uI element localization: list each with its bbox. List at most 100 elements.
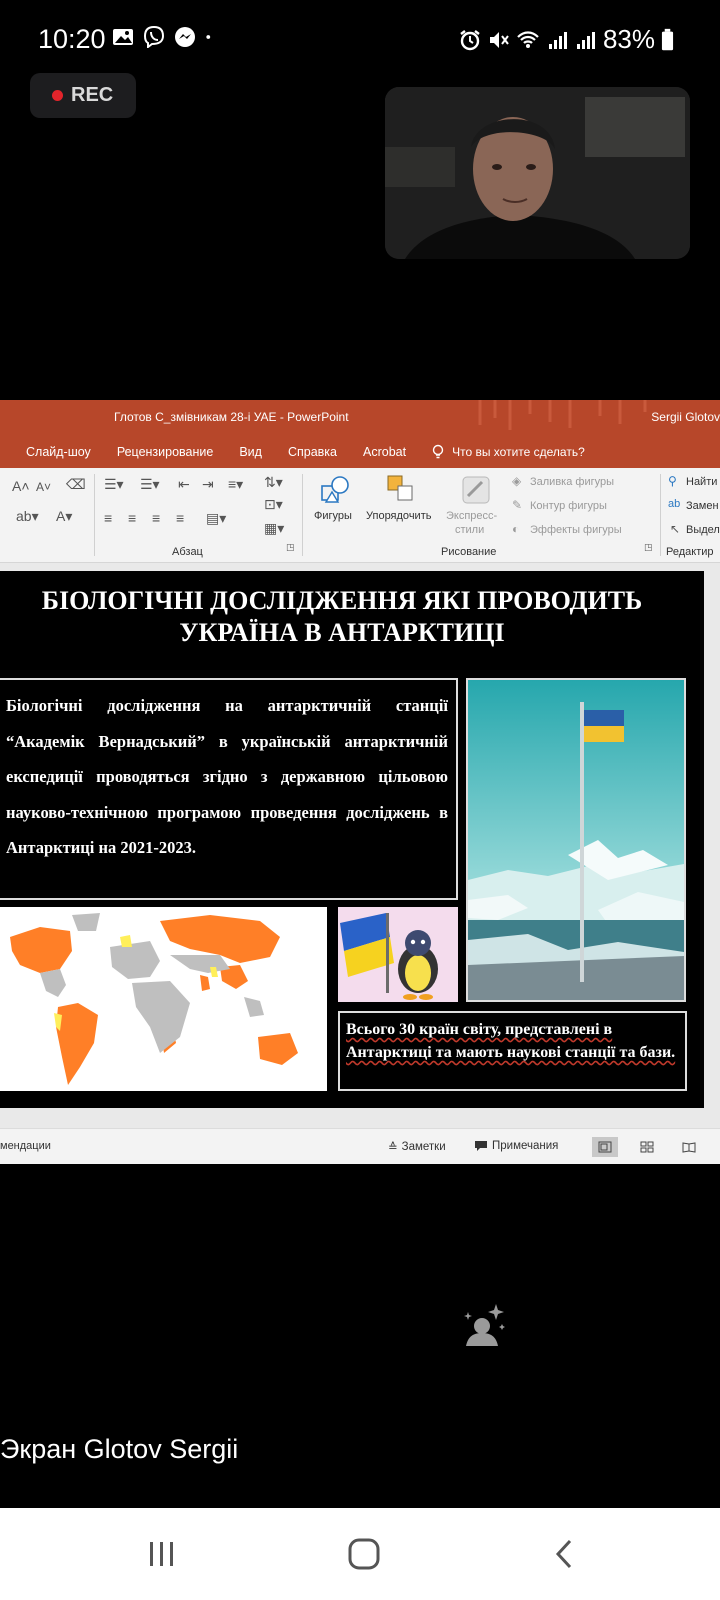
lightbulb-icon [432, 444, 444, 458]
replace-icon: ab [668, 498, 681, 510]
select-button[interactable]: Выдел [686, 524, 720, 536]
smartart-icon[interactable]: ▦▾ [264, 520, 284, 537]
participant-video[interactable] [385, 87, 690, 259]
font-color-icon[interactable]: A▾ [56, 508, 72, 525]
penguin-flag-illustration [338, 907, 458, 1002]
ribbon-separator [302, 474, 303, 556]
alarm-icon [460, 29, 480, 50]
participant-video-image [385, 87, 690, 259]
clock: 10:20 [38, 24, 106, 54]
columns-icon[interactable]: ▤▾ [206, 510, 226, 527]
justify-icon[interactable]: ≡ [176, 510, 184, 526]
recent-apps-button[interactable] [142, 1536, 182, 1572]
increase-indent-icon[interactable]: ⇥ [202, 476, 214, 493]
home-icon [348, 1538, 380, 1570]
normal-view-button[interactable] [592, 1137, 618, 1157]
decrease-font-icon[interactable]: A˅ [36, 480, 51, 494]
image-icon [113, 29, 133, 45]
reading-view-icon [682, 1142, 696, 1153]
shape-outline-icon: ✎ [512, 498, 523, 512]
notes-button[interactable]: ≙ Заметки [388, 1140, 446, 1154]
window-titlebar: Глотов С_змівникам 28-і УАЕ - PowerPoint… [0, 400, 720, 435]
comment-icon [475, 1141, 487, 1151]
align-center-icon[interactable]: ≡ [128, 510, 136, 526]
dialog-launcher-icon[interactable]: ◳ [644, 542, 653, 553]
align-left-icon[interactable]: ≡ [104, 510, 112, 526]
line-spacing-icon[interactable]: ≡▾ [228, 476, 243, 493]
ribbon: A˄ A˅ ⌫ ab▾ A▾ ☰▾ ☰▾ ⇤ ⇥ ≡▾ ⇅▾ ≡ ≡ ≡ ≡ ▤… [0, 468, 720, 563]
body-text: Біологічні дослідження на антарктичній с… [6, 696, 448, 857]
shapes-icon [321, 476, 349, 503]
shape-fill-label[interactable]: Заливка фигуры [530, 476, 614, 488]
shape-effects-icon: ◐ [512, 522, 520, 536]
recording-badge[interactable]: REC [30, 73, 136, 118]
world-map-illustration [0, 907, 327, 1091]
slide-sorter-button[interactable] [634, 1137, 660, 1157]
document-title: Глотов С_змівникам 28-і УАЕ - PowerPoint [114, 410, 349, 424]
shared-screen[interactable]: Глотов С_змівникам 28-і УАЕ - PowerPoint… [0, 400, 720, 1164]
shapes-label: Фигуры [314, 510, 352, 522]
reading-view-button[interactable] [676, 1137, 702, 1157]
tab-help[interactable]: Справка [288, 445, 337, 459]
align-right-icon[interactable]: ≡ [152, 510, 160, 526]
quick-styles-icon [462, 476, 490, 504]
comments-button[interactable]: Примечания [474, 1140, 558, 1152]
recording-label: REC [71, 84, 114, 106]
navigation-bar [0, 1508, 720, 1600]
home-button[interactable] [344, 1536, 384, 1572]
comments-label: Примечания [492, 1140, 559, 1152]
shape-effects-label[interactable]: Эффекты фигуры [530, 524, 622, 536]
penguin-flag-image [338, 907, 458, 1002]
slide-editor[interactable]: БІОЛОГІЧНІ ДОСЛІДЖЕННЯ ЯКІ ПРОВОДИТЬ УКР… [0, 563, 720, 1128]
notification-icons [112, 26, 217, 48]
find-button[interactable]: Найти [686, 476, 717, 488]
shape-outline-label[interactable]: Контур фигуры [530, 500, 607, 512]
dialog-launcher-icon[interactable]: ◳ [286, 542, 295, 553]
recent-apps-icon [150, 1542, 173, 1566]
editing-group-label: Редактир [666, 546, 714, 558]
record-dot-icon [52, 90, 63, 101]
caption-textbox[interactable]: Всього 30 країн світу, представлені в Ан… [338, 1011, 687, 1091]
arrange-label: Упорядочить [366, 510, 432, 522]
slide-title[interactable]: БІОЛОГІЧНІ ДОСЛІДЖЕННЯ ЯКІ ПРОВОДИТЬ УКР… [0, 585, 684, 649]
person-sparkle-icon [464, 1304, 505, 1346]
battery-percent: 83% [602, 24, 655, 54]
add-participant-button[interactable] [460, 1300, 510, 1350]
decrease-indent-icon[interactable]: ⇤ [178, 476, 190, 493]
dot-icon [206, 35, 211, 39]
signal-icon [576, 31, 595, 49]
tab-review[interactable]: Рецензирование [117, 445, 214, 459]
app-status-bar: мендации ≙ Заметки Примечания [0, 1128, 720, 1164]
screen-share-label: Экран Glotov Sergii [0, 1434, 239, 1464]
replace-button[interactable]: Замен [686, 500, 719, 512]
increase-font-icon[interactable]: A˄ [12, 478, 30, 494]
paragraph-group-label: Абзац [172, 546, 203, 558]
back-button[interactable] [544, 1536, 584, 1572]
slide[interactable]: БІОЛОГІЧНІ ДОСЛІДЖЕННЯ ЯКІ ПРОВОДИТЬ УКР… [0, 571, 704, 1108]
align-text-icon[interactable]: ⊡▾ [264, 496, 283, 513]
normal-view-icon [598, 1141, 612, 1153]
quick-styles-label-2: стили [455, 524, 485, 536]
slide-sorter-icon [640, 1141, 654, 1153]
ribbon-separator [660, 474, 661, 556]
antarctica-flag-photo[interactable] [466, 678, 686, 1002]
signed-in-user[interactable]: Sergii Glotov [651, 410, 720, 424]
tab-acrobat[interactable]: Acrobat [363, 445, 406, 459]
notes-icon: ≙ [388, 1142, 398, 1154]
slide-title-line: УКРАЇНА В АНТАРКТИЦІ [179, 618, 505, 647]
quick-styles-label-1: Экспресс- [446, 510, 498, 522]
messenger-icon [175, 27, 195, 47]
numbering-icon[interactable]: ☰▾ [140, 476, 160, 493]
tab-slideshow[interactable]: Слайд-шоу [26, 445, 91, 459]
bullets-icon[interactable]: ☰▾ [104, 476, 124, 493]
drawing-group-label: Рисование [441, 546, 497, 558]
text-direction-icon[interactable]: ⇅▾ [264, 474, 283, 491]
back-icon [555, 1539, 572, 1569]
clear-format-icon[interactable]: ⌫ [66, 476, 86, 493]
character-spacing-icon[interactable]: ab▾ [16, 508, 39, 525]
shape-fill-icon: ◈ [512, 474, 522, 488]
slide-title-line: БІОЛОГІЧНІ ДОСЛІДЖЕННЯ ЯКІ ПРОВОДИТЬ [41, 586, 643, 615]
body-textbox[interactable]: Біологічні дослідження на антарктичній с… [0, 678, 458, 900]
tell-me-search[interactable]: Что вы хотите сделать? [432, 444, 585, 460]
tab-view[interactable]: Вид [239, 445, 262, 459]
